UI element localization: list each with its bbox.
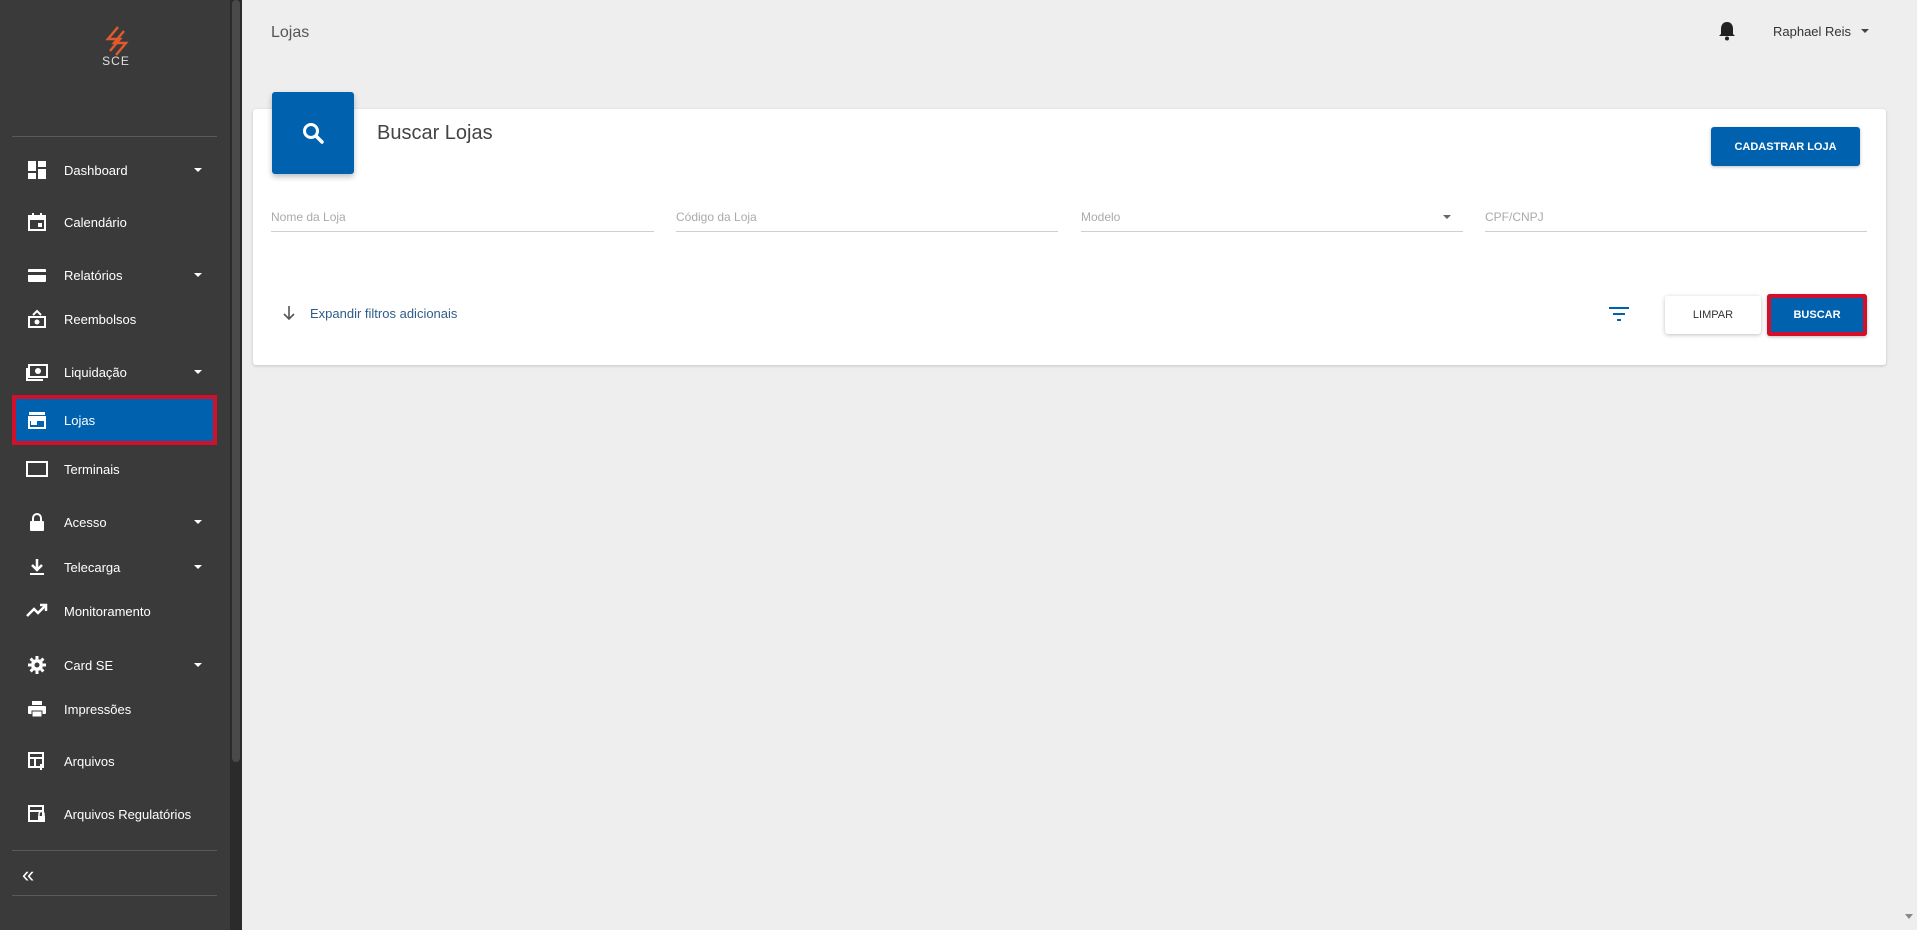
- collapse-sidebar-icon[interactable]: «: [22, 862, 34, 888]
- chevron-down-icon: [194, 565, 202, 569]
- cpf-cnpj-input[interactable]: [1485, 207, 1867, 224]
- search-card: [253, 109, 1886, 365]
- clear-button[interactable]: LIMPAR: [1665, 296, 1761, 334]
- sidebar-divider: [12, 850, 217, 851]
- sidebar-item-card-se[interactable]: Card SE: [12, 643, 217, 687]
- sidebar-item-label: Calendário: [64, 214, 127, 230]
- sidebar-item-label: Terminais: [64, 461, 120, 477]
- sidebar: SCE Dashboard Calendário Relatórios Reem…: [0, 0, 242, 930]
- store-icon: [26, 409, 48, 431]
- sidebar-divider: [12, 895, 217, 896]
- lock-icon: [26, 511, 48, 533]
- sidebar-item-telecarga[interactable]: Telecarga: [12, 545, 217, 589]
- refund-icon: [26, 308, 48, 330]
- arrow-down-icon: [283, 306, 295, 321]
- dashboard-icon: [26, 159, 48, 181]
- sidebar-item-dashboard[interactable]: Dashboard: [12, 148, 217, 192]
- scroll-down-icon[interactable]: [1905, 914, 1913, 919]
- chevron-down-icon: [1443, 215, 1451, 219]
- cpf-cnpj-field[interactable]: [1485, 207, 1867, 232]
- sidebar-item-calendario[interactable]: Calendário: [12, 200, 217, 244]
- download-icon: [26, 556, 48, 578]
- chevron-down-icon: [194, 273, 202, 277]
- sidebar-item-relatorios[interactable]: Relatórios: [12, 253, 217, 297]
- model-input[interactable]: [1081, 207, 1463, 224]
- sidebar-item-arquivos-regulatorios[interactable]: Arquivos Regulatórios: [12, 792, 217, 836]
- search-icon: [303, 123, 324, 144]
- sidebar-item-arquivos[interactable]: Arquivos: [12, 739, 217, 783]
- sidebar-item-label: Card SE: [64, 657, 114, 673]
- filter-icon[interactable]: [1608, 305, 1630, 323]
- search-button[interactable]: BUSCAR: [1767, 294, 1867, 336]
- sidebar-item-label: Impressões: [64, 701, 132, 717]
- model-select[interactable]: [1081, 207, 1463, 232]
- bell-icon[interactable]: [1718, 21, 1736, 41]
- sidebar-item-reembolsos[interactable]: Reembolsos: [12, 297, 217, 341]
- expand-filters-label: Expandir filtros adicionais: [310, 305, 458, 321]
- sidebar-item-label: Acesso: [64, 514, 107, 530]
- sidebar-item-label: Liquidação: [64, 364, 127, 380]
- sidebar-item-lojas[interactable]: Lojas: [12, 395, 217, 445]
- user-menu[interactable]: Raphael Reis: [1773, 24, 1851, 39]
- chevron-down-icon: [194, 663, 202, 667]
- register-store-button[interactable]: CADASTRAR LOJA: [1711, 127, 1860, 166]
- sidebar-item-acesso[interactable]: Acesso: [12, 500, 217, 544]
- sidebar-item-label: Lojas: [64, 412, 96, 428]
- files-icon: [26, 750, 48, 772]
- expand-filters-link[interactable]: Expandir filtros adicionais: [282, 305, 457, 321]
- store-name-field[interactable]: [271, 207, 654, 232]
- logo-text: SCE: [102, 54, 130, 68]
- chevron-down-icon: [194, 168, 202, 172]
- sidebar-item-label: Arquivos: [64, 753, 115, 769]
- sidebar-item-liquidacao[interactable]: Liquidação: [12, 350, 217, 394]
- card-header-icon: [272, 92, 354, 174]
- printer-icon: [26, 698, 48, 720]
- sidebar-item-label: Monitoramento: [64, 603, 151, 619]
- sidebar-divider: [12, 136, 217, 137]
- trending-up-icon: [26, 600, 48, 622]
- sidebar-item-impressoes[interactable]: Impressões: [12, 687, 217, 731]
- store-code-input[interactable]: [676, 207, 1058, 224]
- page-title: Lojas: [271, 24, 310, 41]
- sidebar-item-monitoramento[interactable]: Monitoramento: [12, 589, 217, 633]
- sidebar-item-label: Arquivos Regulatórios: [64, 806, 192, 822]
- sidebar-item-terminais[interactable]: Terminais: [12, 447, 217, 491]
- sidebar-scrollbar-thumb[interactable]: [232, 0, 240, 762]
- sidebar-item-label: Reembolsos: [64, 311, 137, 327]
- credit-card-icon: [26, 264, 48, 286]
- card-title: Buscar Lojas: [377, 122, 493, 144]
- chevron-down-icon[interactable]: [1861, 29, 1869, 33]
- sidebar-item-label: Relatórios: [64, 267, 123, 283]
- terminal-icon: [26, 458, 48, 480]
- chevron-down-icon: [194, 370, 202, 374]
- sidebar-item-label: Dashboard: [64, 162, 128, 178]
- sidebar-item-label: Telecarga: [64, 559, 121, 575]
- store-name-input[interactable]: [271, 207, 654, 224]
- calendar-icon: [26, 211, 48, 233]
- gear-icon: [26, 654, 48, 676]
- money-icon: [26, 361, 48, 383]
- chevron-down-icon: [194, 520, 202, 524]
- regulatory-files-icon: [26, 803, 48, 825]
- store-code-field[interactable]: [676, 207, 1058, 232]
